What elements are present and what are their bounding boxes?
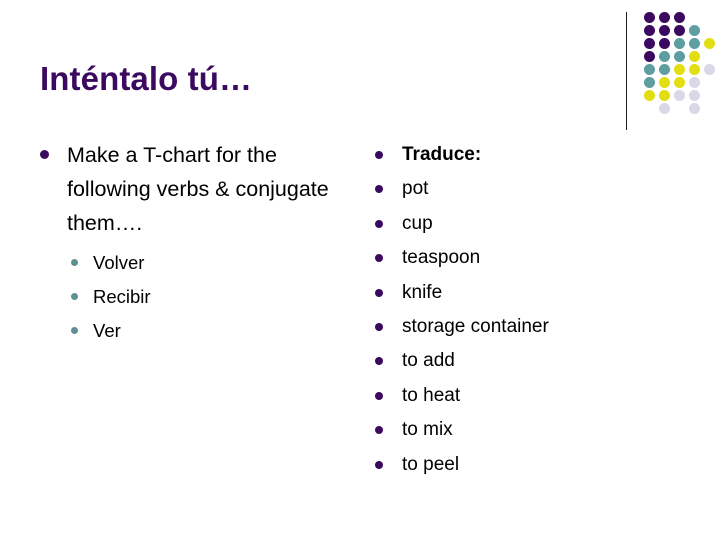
bullet-marker-icon	[71, 293, 78, 300]
slide-canvas: Inténtalo tú… Make a T-chart for the fol…	[0, 0, 720, 540]
decorative-dot	[689, 90, 700, 101]
left-sub-bullet-item: Recibir	[67, 280, 364, 314]
decorative-dot	[674, 64, 685, 75]
decorative-dot	[644, 38, 655, 49]
bullet-marker-icon	[375, 357, 383, 366]
decorative-dot	[659, 77, 670, 88]
decorative-dot	[659, 12, 670, 23]
right-bullet-text: teaspoon	[402, 247, 481, 269]
right-bullet-item: to add	[370, 344, 670, 378]
decorative-dot	[704, 38, 715, 49]
bullet-marker-icon	[40, 150, 49, 159]
right-bullet-item: to mix	[370, 413, 670, 447]
decorative-dot	[689, 51, 700, 62]
right-list-heading: Traduce:	[402, 144, 482, 165]
bullet-marker-icon	[71, 327, 78, 334]
bullet-marker-icon	[375, 185, 383, 194]
left-sub-bullet-item: Volver	[67, 246, 364, 280]
page-title: Inténtalo tú…	[40, 60, 253, 97]
right-bullet-item: to heat	[370, 379, 670, 413]
decorative-dot	[644, 25, 655, 36]
decorative-dot	[674, 51, 685, 62]
right-content-column: Traduce: pot cup teaspoon knife storage conta…	[370, 138, 670, 482]
decorative-dot	[674, 90, 685, 101]
right-bullet-item: storage container	[370, 310, 670, 344]
bullet-marker-icon	[375, 151, 383, 159]
bullet-marker-icon	[375, 426, 383, 435]
left-sub-bullet-item: Ver	[67, 314, 364, 348]
decorative-dot	[704, 64, 715, 75]
bullet-marker-icon	[375, 288, 383, 297]
decorative-dot	[644, 51, 655, 62]
right-bullet-item: to peel	[370, 448, 670, 482]
decorative-dot	[659, 64, 670, 75]
right-bullet-text: cup	[402, 212, 433, 234]
right-bullet-text: to heat	[402, 384, 461, 406]
decorative-dot	[674, 25, 685, 36]
left-sub-bullet-text: Ver	[93, 320, 121, 341]
right-bullet-item: cup	[370, 207, 670, 241]
decorative-dot	[659, 51, 670, 62]
decorative-dot	[644, 12, 655, 23]
right-bullet-text: to add	[402, 350, 455, 372]
decorative-dot	[659, 90, 670, 101]
right-bullet-text: storage container	[402, 316, 549, 338]
decorative-dot	[674, 77, 685, 88]
decorative-dot	[659, 25, 670, 36]
left-sub-bullet-text: Recibir	[93, 286, 151, 307]
right-bullet-item: pot	[370, 172, 670, 206]
decorative-dot	[689, 103, 700, 114]
decorative-dot	[644, 64, 655, 75]
right-bullet-text: to mix	[402, 419, 453, 441]
bullet-marker-icon	[375, 219, 383, 228]
bullet-marker-icon	[71, 259, 78, 266]
vertical-rule-divider	[626, 12, 627, 130]
left-main-bullet-item: Make a T-chart for the following verbs &…	[34, 138, 364, 240]
decorative-dot	[659, 38, 670, 49]
dot-grid	[644, 12, 720, 128]
decorative-dot	[644, 77, 655, 88]
right-bullet-text: knife	[402, 281, 443, 303]
bullet-marker-icon	[375, 391, 383, 400]
decorative-dot	[689, 77, 700, 88]
decorative-dot	[659, 103, 670, 114]
decorative-dot	[689, 25, 700, 36]
decorative-dot	[674, 38, 685, 49]
right-bullet-text: pot	[402, 178, 429, 200]
right-bullet-item: knife	[370, 276, 670, 310]
bullet-marker-icon	[375, 254, 383, 263]
left-sub-bullet-list: Volver Recibir Ver	[34, 246, 364, 348]
bullet-marker-icon	[375, 323, 383, 332]
bullet-marker-icon	[375, 460, 383, 469]
right-bullet-text: to peel	[402, 453, 460, 475]
right-bullet-list: Traduce: pot cup teaspoon knife storage conta…	[370, 138, 670, 482]
right-bullet-item: teaspoon	[370, 241, 670, 275]
left-content-column: Make a T-chart for the following verbs &…	[34, 138, 364, 348]
right-bullet-item: Traduce:	[370, 138, 670, 172]
decorative-dot-pattern	[626, 8, 720, 130]
left-sub-bullet-text: Volver	[93, 252, 145, 273]
decorative-dot	[674, 12, 685, 23]
decorative-dot	[689, 38, 700, 49]
decorative-dot	[689, 64, 700, 75]
decorative-dot	[644, 90, 655, 101]
left-main-bullet-text: Make a T-chart for the following verbs &…	[67, 143, 329, 235]
